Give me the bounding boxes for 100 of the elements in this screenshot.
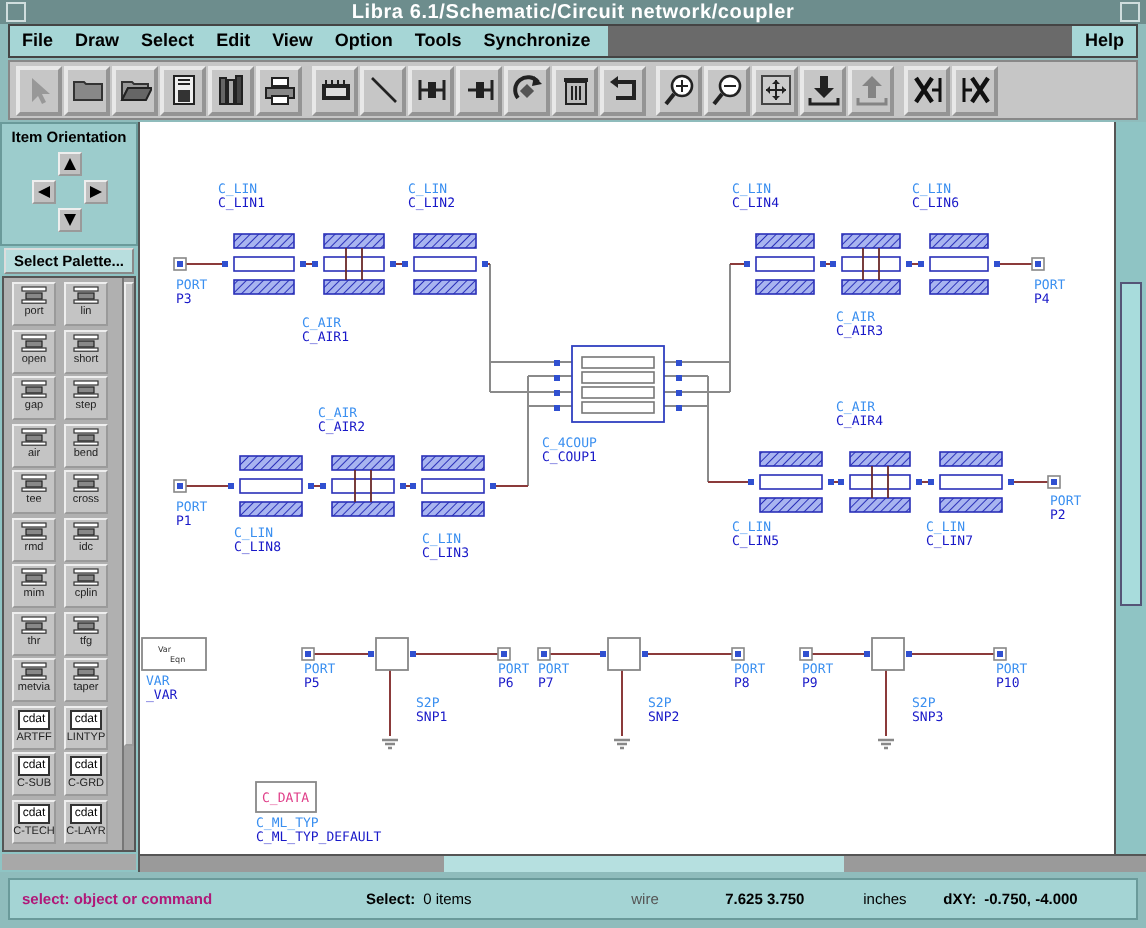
port-icon[interactable] bbox=[731, 647, 745, 662]
component-symbol-icon bbox=[72, 662, 100, 681]
rotate-down-button[interactable] bbox=[57, 208, 81, 233]
component-symbol-icon bbox=[72, 568, 100, 587]
cross-bar-icon bbox=[959, 74, 991, 107]
right-arrow-icon bbox=[87, 184, 103, 201]
toolbar-button[interactable] bbox=[256, 65, 302, 116]
component-symbol-icon bbox=[72, 286, 100, 305]
zoom-in-icon bbox=[663, 74, 695, 107]
port-icon[interactable] bbox=[1047, 475, 1061, 490]
port-icon[interactable] bbox=[799, 647, 813, 662]
transmission-line-drawing[interactable] bbox=[410, 455, 496, 518]
toolbar-button[interactable] bbox=[800, 65, 846, 116]
menu-item[interactable]: File bbox=[10, 26, 64, 57]
port-icon[interactable] bbox=[537, 647, 551, 662]
toolbar-button[interactable] bbox=[160, 65, 206, 116]
coupled-line-drawing[interactable] bbox=[830, 233, 912, 296]
component-symbol-icon bbox=[72, 474, 100, 493]
window-menu-button[interactable] bbox=[6, 2, 26, 23]
toolbar-button[interactable] bbox=[752, 65, 798, 116]
component-symbol-icon bbox=[20, 568, 48, 587]
toolbar-button[interactable] bbox=[552, 65, 598, 116]
fit-icon bbox=[759, 74, 791, 107]
window-maximize-button[interactable] bbox=[1119, 2, 1140, 23]
wire[interactable] bbox=[185, 485, 529, 488]
menu-item[interactable]: Select bbox=[129, 26, 205, 57]
palette-scrollbar[interactable] bbox=[122, 278, 134, 851]
transmission-line-drawing[interactable] bbox=[928, 451, 1014, 514]
port-icon[interactable] bbox=[173, 257, 187, 272]
books-icon bbox=[215, 74, 247, 107]
cross-bar-icon bbox=[911, 74, 943, 107]
component-symbol-icon bbox=[20, 662, 48, 681]
menu-item[interactable]: Edit bbox=[204, 26, 261, 57]
download-icon bbox=[807, 74, 839, 107]
coupled-line-drawing[interactable] bbox=[838, 451, 922, 514]
menu-item[interactable]: View bbox=[260, 26, 323, 57]
toolbar-button[interactable] bbox=[600, 65, 646, 116]
component-symbol-icon bbox=[20, 380, 48, 399]
transmission-line-drawing[interactable] bbox=[222, 233, 306, 296]
transmission-line-drawing[interactable] bbox=[918, 233, 1000, 296]
trash-icon bbox=[559, 74, 591, 107]
two-port-block-drawing[interactable] bbox=[864, 637, 912, 672]
two-port-block-drawing[interactable] bbox=[600, 637, 648, 672]
data-block-drawing[interactable] bbox=[255, 781, 317, 814]
menu-item[interactable]: Option bbox=[322, 26, 403, 57]
transmission-line-drawing[interactable] bbox=[228, 455, 314, 518]
wire[interactable] bbox=[729, 263, 1033, 266]
menu-item[interactable]: Tools bbox=[402, 26, 472, 57]
toolbar-button[interactable] bbox=[952, 65, 998, 116]
transmission-line-drawing[interactable] bbox=[748, 451, 834, 514]
component-symbol-icon bbox=[72, 380, 100, 399]
horizontal-scrollbar[interactable] bbox=[2, 854, 136, 871]
toolbar-button[interactable] bbox=[456, 65, 502, 116]
coupled-line-drawing[interactable] bbox=[320, 455, 406, 518]
horizontal-scrollbar[interactable] bbox=[140, 854, 1146, 873]
toolbar-button[interactable] bbox=[312, 65, 358, 116]
component-symbol-icon bbox=[20, 615, 48, 634]
rotate-right-button[interactable] bbox=[83, 180, 107, 205]
toolbar-button[interactable] bbox=[904, 65, 950, 116]
help-menu[interactable]: Help bbox=[1072, 26, 1136, 57]
port-icon[interactable] bbox=[173, 479, 187, 494]
toolbar-button[interactable] bbox=[408, 65, 454, 116]
wire[interactable] bbox=[489, 263, 731, 488]
coupler-drawing[interactable] bbox=[554, 345, 682, 424]
toolbar-button[interactable] bbox=[64, 65, 110, 116]
port-icon[interactable] bbox=[993, 647, 1007, 662]
component-symbol-icon bbox=[20, 286, 48, 305]
ground-icon[interactable] bbox=[876, 739, 896, 750]
component-symbol-icon bbox=[20, 474, 48, 493]
printer-icon bbox=[263, 74, 295, 107]
toolbar-button[interactable] bbox=[704, 65, 750, 116]
wire[interactable] bbox=[185, 263, 491, 266]
component-symbol-icon bbox=[72, 333, 100, 352]
coupled-line-drawing[interactable] bbox=[312, 233, 396, 296]
document-icon bbox=[167, 74, 199, 107]
toolbar-button[interactable] bbox=[112, 65, 158, 116]
rotate-up-button[interactable] bbox=[57, 152, 81, 177]
vertical-scrollbar[interactable] bbox=[1114, 122, 1146, 855]
ground-icon[interactable] bbox=[380, 739, 400, 750]
window-title: Libra 6.1/Schematic/Circuit network/coupler bbox=[351, 1, 795, 24]
wire[interactable] bbox=[707, 481, 1049, 484]
transmission-line-drawing[interactable] bbox=[744, 233, 826, 296]
port-icon[interactable] bbox=[497, 647, 511, 662]
up-arrow-icon bbox=[61, 156, 77, 173]
toolbar-button[interactable] bbox=[360, 65, 406, 116]
port-icon[interactable] bbox=[301, 647, 315, 662]
toolbar-button[interactable] bbox=[208, 65, 254, 116]
port-icon[interactable] bbox=[1031, 257, 1045, 272]
menu-item[interactable]: Synchronize bbox=[471, 26, 601, 57]
component-symbol-icon bbox=[20, 521, 48, 540]
menu-item[interactable]: Draw bbox=[63, 26, 130, 57]
zoom-out-icon bbox=[711, 74, 743, 107]
two-port-block-drawing[interactable] bbox=[368, 637, 416, 672]
toolbar-button[interactable] bbox=[656, 65, 702, 116]
schematic-canvas[interactable] bbox=[140, 122, 1114, 855]
transmission-line-drawing[interactable] bbox=[402, 233, 488, 296]
rotate-left-button[interactable] bbox=[31, 180, 55, 205]
ground-icon[interactable] bbox=[612, 739, 632, 750]
equation-box-drawing[interactable] bbox=[141, 637, 207, 672]
toolbar-button[interactable] bbox=[504, 65, 550, 116]
